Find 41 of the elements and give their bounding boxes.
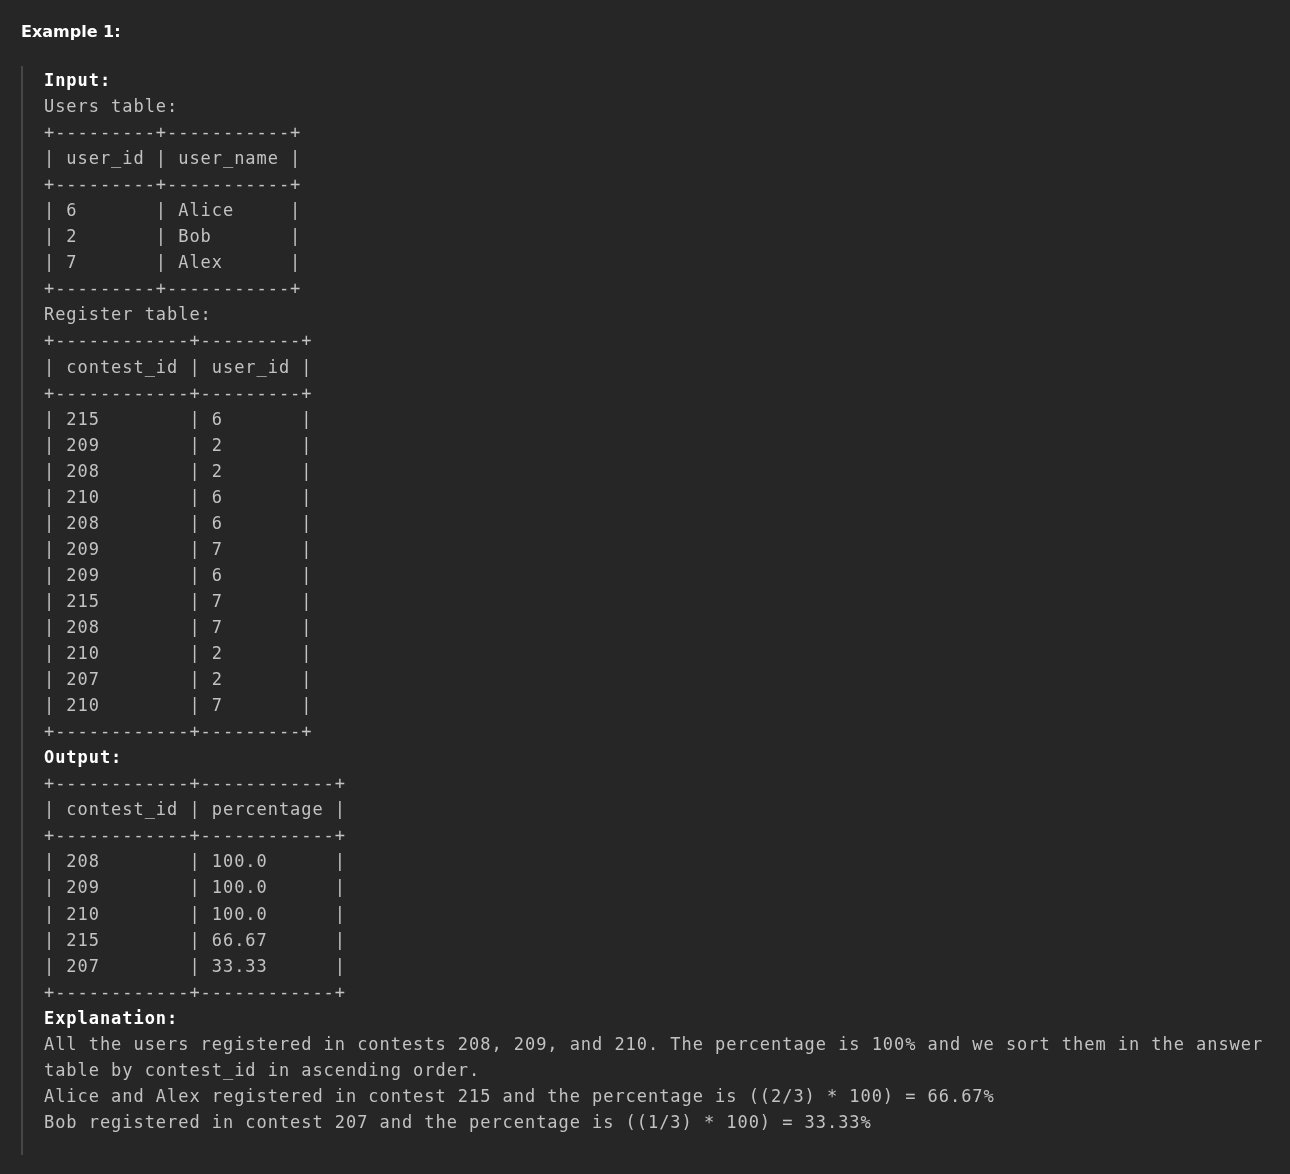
code-line: Register table: bbox=[44, 303, 212, 327]
code-line: | 207 | 33.33 | bbox=[44, 954, 346, 978]
code-line: +------------+------------+ bbox=[44, 772, 346, 796]
code-line: | 210 | 2 | bbox=[44, 642, 313, 666]
code-line: | 2 | Bob | bbox=[44, 225, 302, 249]
code-line: | 210 | 7 | bbox=[44, 694, 313, 718]
code-line: Users table: bbox=[44, 95, 179, 119]
code-line: | 208 | 100.0 | bbox=[44, 850, 346, 874]
section-label: Explanation: bbox=[44, 1006, 179, 1030]
code-line: | 215 | 6 | bbox=[44, 407, 313, 431]
code-line: +------------+------------+ bbox=[44, 980, 346, 1004]
section-label: Input: bbox=[44, 69, 112, 92]
code-line: | 208 | 2 | bbox=[44, 459, 313, 483]
code-line: +------------+---------+ bbox=[44, 329, 313, 353]
code-line: | 6 | Alice | bbox=[44, 199, 302, 223]
code-line: | 209 | 7 | bbox=[44, 537, 313, 561]
code-line: All the users registered in contests 208, 209, and 210. The percentage is 100% and we sort them in the answer table by contest_id in ascending order. bbox=[44, 1032, 1265, 1082]
code-line: | 209 | 6 | bbox=[44, 563, 313, 587]
code-line: +------------+------------+ bbox=[44, 824, 346, 848]
code-line: | 215 | 66.67 | bbox=[44, 928, 346, 952]
code-line: Alice and Alex registered in contest 215 and the percentage is ((2/3) * 100) = 66.67% bbox=[44, 1084, 995, 1108]
code-line: +------------+---------+ bbox=[44, 720, 313, 744]
code-line: | contest_id | user_id | bbox=[44, 355, 313, 379]
code-line: | 215 | 7 | bbox=[44, 589, 313, 613]
code-line: | 209 | 2 | bbox=[44, 433, 313, 457]
code-line: | 208 | 7 | bbox=[44, 616, 313, 639]
code-line: +---------+-----------+ bbox=[44, 173, 302, 197]
code-line: | 7 | Alex | bbox=[44, 251, 302, 275]
code-line: Bob registered in contest 207 and the percentage is ((1/3) * 100) = 33.33% bbox=[44, 1110, 872, 1134]
code-line: | 207 | 2 | bbox=[44, 668, 313, 692]
code-line: | 210 | 100.0 | bbox=[44, 902, 346, 926]
code-line: +---------+-----------+ bbox=[44, 121, 302, 145]
example-heading: Example 1: bbox=[21, 21, 122, 43]
code-line: +---------+-----------+ bbox=[44, 277, 302, 301]
section-label: Output: bbox=[44, 746, 123, 770]
code-line: | user_id | user_name | bbox=[44, 147, 302, 171]
code-line: | 209 | 100.0 | bbox=[44, 876, 346, 900]
code-line: | contest_id | percentage | bbox=[44, 798, 346, 822]
code-line: | 210 | 6 | bbox=[44, 485, 313, 509]
code-line: | 208 | 6 | bbox=[44, 511, 313, 535]
code-line: +------------+---------+ bbox=[44, 381, 313, 405]
